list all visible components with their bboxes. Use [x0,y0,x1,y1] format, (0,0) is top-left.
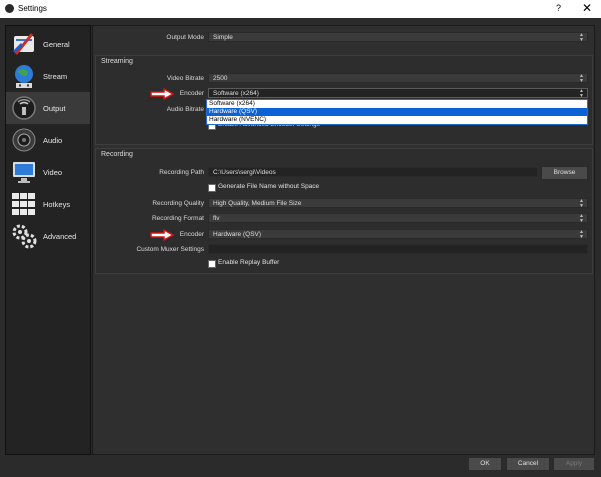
sidebar-item-label: Output [43,104,66,113]
sidebar-item-general[interactable]: General [6,28,90,60]
no-space-filename-label: Generate File Name without Space [218,183,320,190]
recording-path-value: C:\Users\sergi\Videos [213,169,276,176]
updown-chevron-icon: ▲ ▼ [579,213,584,224]
globe-icon [15,65,33,88]
video-bitrate-label: Video Bitrate [166,75,204,82]
recording-format-value: flv [213,215,220,222]
sidebar-item-output[interactable]: Output [6,92,90,124]
settings-sidebar: General Stream Output Audio Video Hotkey… [5,25,91,455]
updown-chevron-icon: ▲ ▼ [579,229,584,240]
recording-path-label: Recording Path [159,169,204,176]
output-mode-select[interactable]: Simple ▲ ▼ [208,32,588,43]
recording-quality-select[interactable]: High Quality, Medium File Size ▲ ▼ [208,198,588,209]
sidebar-item-video[interactable]: Video [6,156,90,188]
recording-group-title: Recording [101,151,133,158]
sidebar-item-label: Stream [43,72,68,81]
sidebar-item-stream[interactable]: Stream [6,60,90,92]
window-title: Settings [18,4,47,13]
recording-format-select[interactable]: flv ▲ ▼ [208,213,588,224]
dropdown-option-selected[interactable]: Hardware (QSV) [207,108,587,116]
recording-encoder-label: Encoder [179,231,204,238]
output-icon [12,96,36,120]
video-bitrate-input[interactable]: 2500 ▲ ▼ [208,73,588,84]
audio-bitrate-label: Audio Bitrate [166,106,204,113]
custom-muxer-label: Custom Muxer Settings [136,246,204,253]
dropdown-option[interactable]: Software (x264) [207,100,587,108]
updown-chevron-icon: ▲ ▼ [579,88,584,99]
browse-button[interactable]: Browse [541,166,588,180]
spinbox-arrows-icon[interactable]: ▲ ▼ [578,74,585,84]
no-space-filename-checkbox[interactable] [208,184,216,192]
sidebar-item-label: Audio [43,136,63,145]
recording-encoder-select[interactable]: Hardware (QSV) ▲ ▼ [208,229,588,240]
streaming-group-title: Streaming [101,58,133,65]
sidebar-item-label: Hotkeys [43,200,71,209]
updown-chevron-icon: ▲ ▼ [579,32,584,43]
replay-buffer-label: Enable Replay Buffer [218,259,280,266]
streaming-encoder-select[interactable]: Software (x264) ▲ ▼ [208,88,588,99]
gears-icon [12,224,37,249]
sidebar-item-advanced[interactable]: Advanced [6,220,90,252]
replay-buffer-checkbox[interactable] [208,260,216,268]
recording-encoder-value: Hardware (QSV) [213,231,262,238]
apply-button[interactable]: Apply [553,457,595,471]
help-button[interactable]: ? [556,3,561,13]
custom-muxer-input[interactable] [208,244,588,254]
sidebar-item-label: General [43,40,70,49]
recording-quality-value: High Quality, Medium File Size [213,200,302,207]
recording-format-label: Recording Format [151,215,204,222]
sidebar-item-hotkeys[interactable]: Hotkeys [6,188,90,220]
recording-path-input[interactable]: C:\Users\sergi\Videos [208,167,538,177]
video-bitrate-value: 2500 [213,75,228,82]
title-bar: Settings ? ✕ [0,0,601,18]
streaming-encoder-value: Software (x264) [213,90,259,97]
sidebar-item-label: Advanced [43,232,77,241]
sidebar-item-audio[interactable]: Audio [6,124,90,156]
obs-logo-icon [5,4,14,13]
output-mode-value: Simple [213,34,233,41]
speaker-icon [12,128,36,152]
updown-chevron-icon: ▲ ▼ [579,198,584,209]
ok-button[interactable]: OK [468,457,502,471]
dropdown-option[interactable]: Hardware (NVENC) [207,116,587,124]
streaming-encoder-label: Encoder [179,90,204,97]
monitor-icon [13,162,35,183]
output-mode-label: Output Mode [166,34,204,41]
encoder-dropdown-list[interactable]: Software (x264) Hardware (QSV) Hardware … [206,99,588,125]
wrench-screwdriver-icon [12,33,34,55]
close-button[interactable]: ✕ [582,1,592,15]
cancel-button[interactable]: Cancel [506,457,550,471]
recording-quality-label: Recording Quality [152,200,204,207]
keyboard-icon [12,193,35,215]
sidebar-item-label: Video [43,168,63,177]
